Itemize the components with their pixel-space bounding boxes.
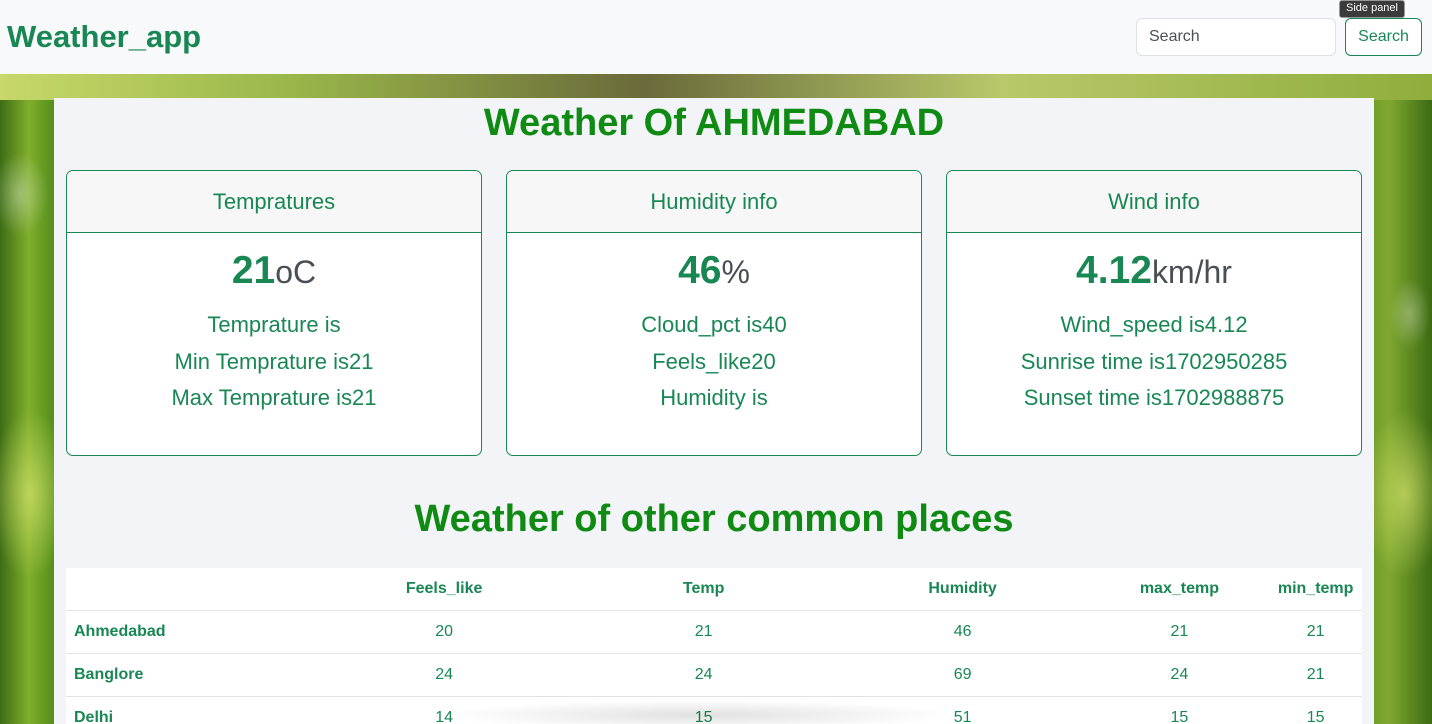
table-cell: 21 xyxy=(1269,610,1362,654)
sunset-line: Sunset time is1702988875 xyxy=(1023,385,1285,410)
feels-like-line: Feels_like20 xyxy=(652,348,776,374)
table-cell: 51 xyxy=(835,696,1090,724)
table-row: Banglore 24 24 69 24 21 xyxy=(66,653,1362,697)
wind-number: 4.12 xyxy=(1076,249,1152,292)
table-cell: 15 xyxy=(571,696,836,724)
main-panel: Weather Of AHMEDABAD Tempratures 21oC Te… xyxy=(54,98,1374,724)
weather-table: Feels_like Temp Humidity max_temp min_te… xyxy=(66,568,1362,724)
wind-speed-line: Wind_speed is4.12 xyxy=(1060,312,1248,337)
city-name: Ahmedabad xyxy=(66,610,317,654)
humidity-value: 46% xyxy=(507,249,921,305)
column-header: Humidity xyxy=(835,568,1090,611)
table-cell: 14 xyxy=(316,696,572,724)
table-row: Delhi 14 15 51 15 15 xyxy=(66,696,1362,724)
table-cell: 21 xyxy=(571,610,836,654)
table-cell: 69 xyxy=(835,653,1090,697)
column-header xyxy=(66,568,317,611)
card-header: Tempratures xyxy=(67,171,481,233)
navbar: Weather_app Search Side panel xyxy=(0,0,1432,74)
table-cell: 24 xyxy=(1089,653,1270,697)
table-cell: 46 xyxy=(835,610,1090,654)
humidity-number: 46 xyxy=(678,249,722,292)
table-header-row: Feels_like Temp Humidity max_temp min_te… xyxy=(66,568,1362,611)
column-header: Temp xyxy=(571,568,836,611)
search-input[interactable] xyxy=(1136,18,1336,56)
search-button[interactable]: Search xyxy=(1345,18,1422,56)
table-cell: 21 xyxy=(1269,653,1362,697)
table-cell: 15 xyxy=(1089,696,1270,724)
cloud-pct-line: Cloud_pct is40 xyxy=(641,312,787,337)
humidity-card: Humidity info 46% Cloud_pct is40 Feels_l… xyxy=(506,170,922,456)
table-cell: 15 xyxy=(1269,696,1362,724)
column-header: max_temp xyxy=(1089,568,1270,611)
section-title: Weather of other common places xyxy=(414,498,1014,540)
temperature-value: 21oC xyxy=(67,249,481,305)
humidity-line: Humidity is xyxy=(660,385,768,410)
temperature-line: Temprature is xyxy=(207,312,341,337)
wind-card: Wind info 4.12km/hr Wind_speed is4.12 Su… xyxy=(946,170,1362,456)
table-row: Ahmedabad 20 21 46 21 21 xyxy=(66,610,1362,654)
side-panel-tooltip: Side panel xyxy=(1339,0,1405,18)
city-name: Banglore xyxy=(66,653,317,697)
temperature-unit: oC xyxy=(275,254,317,290)
column-header: Feels_like xyxy=(316,568,572,611)
max-temperature-line: Max Temprature is21 xyxy=(171,385,377,410)
table-cell: 24 xyxy=(571,653,836,697)
table-cell: 20 xyxy=(316,610,572,654)
card-header: Wind info xyxy=(947,171,1361,233)
temperature-card: Tempratures 21oC Temprature is Min Tempr… xyxy=(66,170,482,456)
wind-value: 4.12km/hr xyxy=(947,249,1361,305)
wind-unit: km/hr xyxy=(1151,254,1232,290)
table-cell: 21 xyxy=(1089,610,1270,654)
min-temperature-line: Min Temprature is21 xyxy=(174,348,374,374)
temperature-number: 21 xyxy=(231,249,276,292)
brand-logo[interactable]: Weather_app xyxy=(7,19,201,55)
page-title: Weather Of AHMEDABAD xyxy=(483,102,945,144)
humidity-unit: % xyxy=(721,254,750,290)
city-name: Delhi xyxy=(66,696,317,724)
table-cell: 24 xyxy=(316,653,572,697)
sunrise-line: Sunrise time is1702950285 xyxy=(1020,348,1288,374)
column-header: min_temp xyxy=(1269,568,1362,611)
card-header: Humidity info xyxy=(507,171,921,233)
